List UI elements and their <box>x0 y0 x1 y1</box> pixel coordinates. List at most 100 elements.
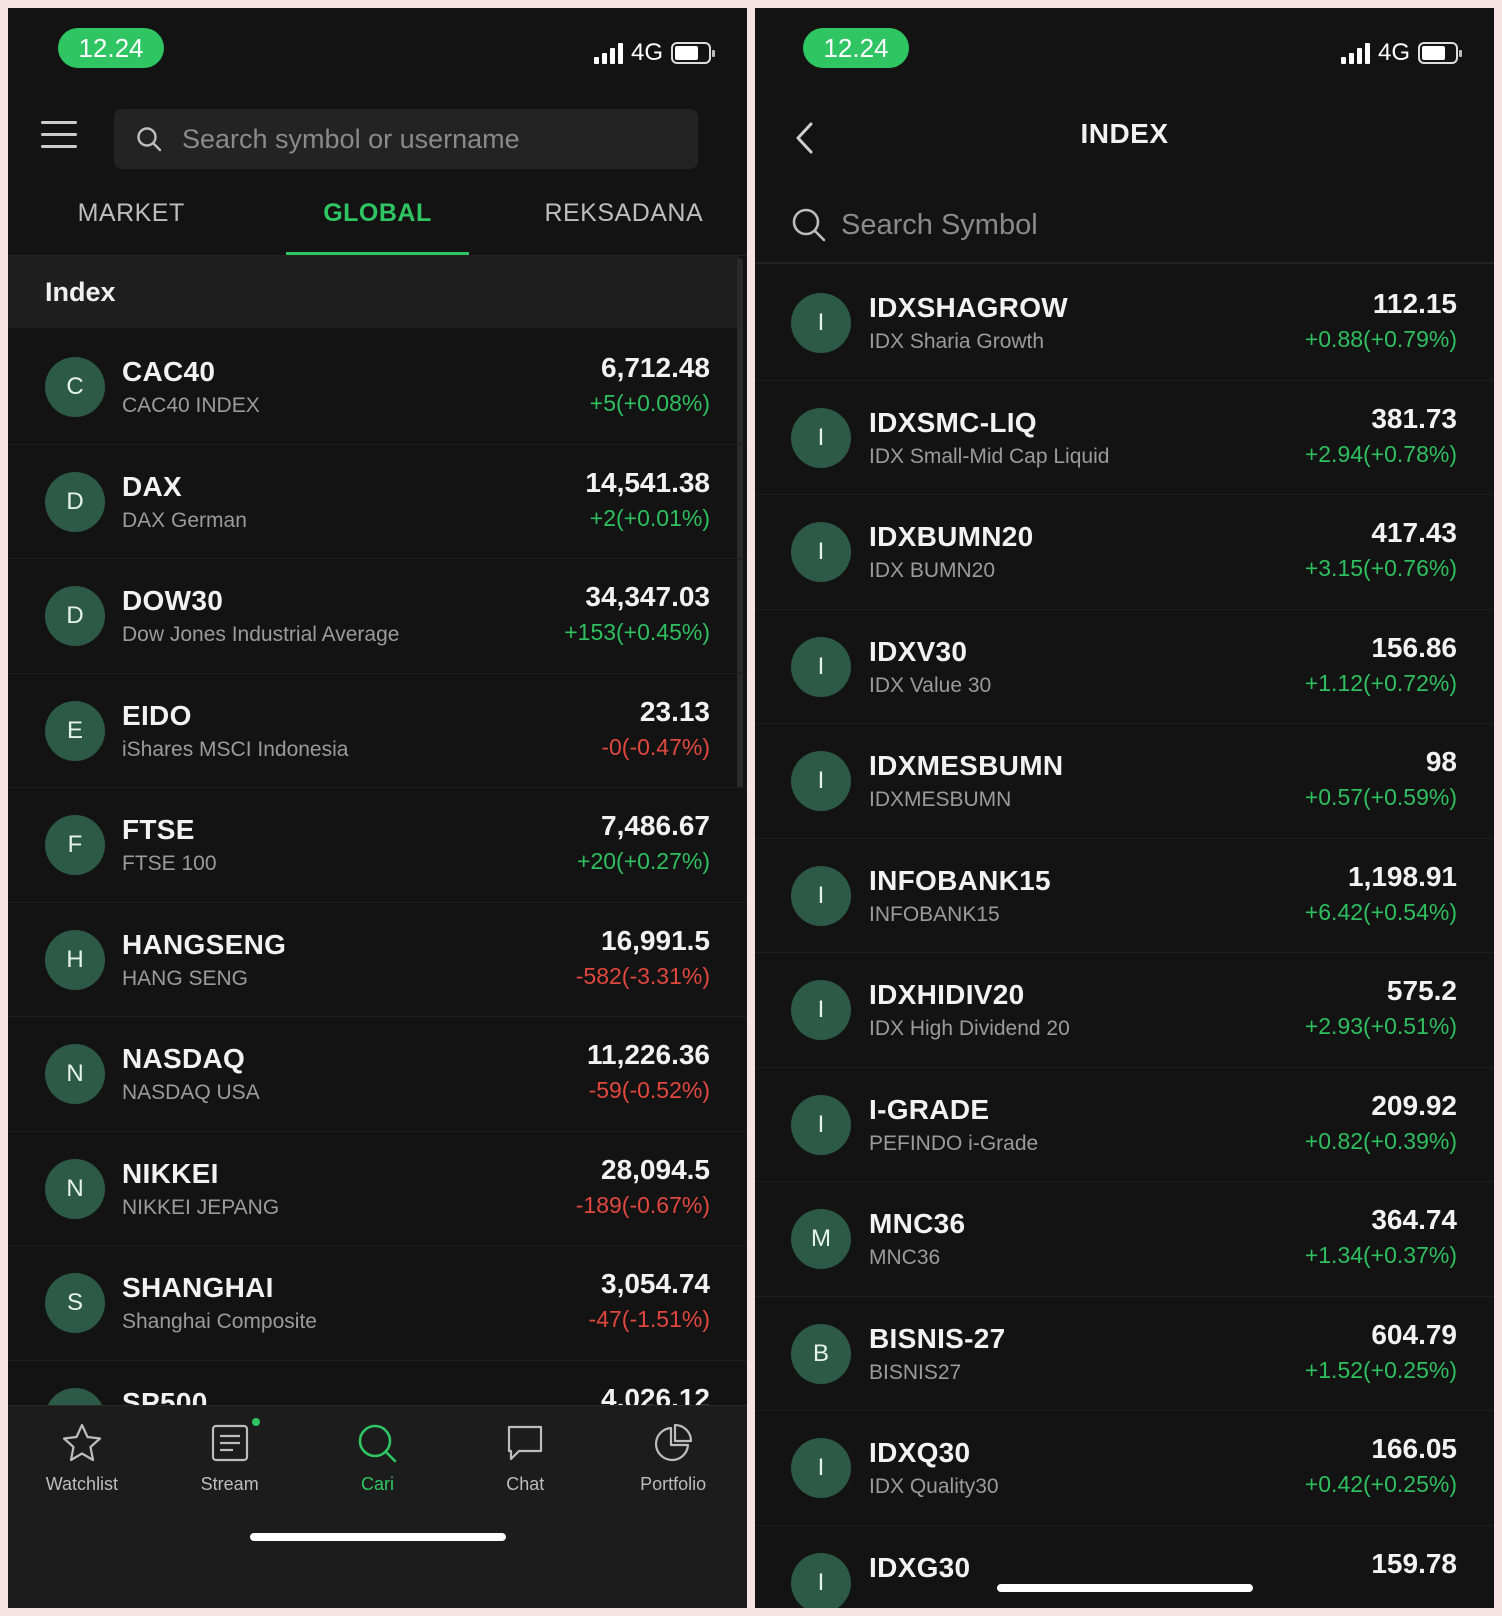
search-bar[interactable] <box>114 109 698 169</box>
list-item[interactable]: S SHANGHAI Shanghai Composite 3,054.74 -47(-… <box>8 1246 747 1361</box>
price: 16,991.5 <box>601 924 710 956</box>
list-item[interactable]: N NASDAQ NASDAQ USA 11,226.36 -59(-0.52%) <box>8 1017 747 1132</box>
price: 14,541.38 <box>585 466 710 498</box>
nav-cari[interactable]: Cari <box>304 1406 452 1608</box>
signal-icon <box>593 42 623 64</box>
avatar: I <box>791 865 851 926</box>
price-change: +6.42(+0.54%) <box>1304 898 1457 925</box>
status-indicators: 4G <box>1340 39 1462 66</box>
list-item[interactable]: I IDXSHAGROW IDX Sharia Growth 112.15 +0.88(… <box>755 266 1494 381</box>
price: 209.92 <box>1371 1089 1457 1121</box>
avatar: I <box>791 1094 851 1155</box>
list-item[interactable]: I IDXBUMN20 IDX BUMN20 417.43 +3.15(+0.76%) <box>755 495 1494 610</box>
price-change: +1.12(+0.72%) <box>1304 669 1457 696</box>
avatar: N <box>45 1158 105 1219</box>
index-screen: 12.24 4G INDEX I IDXSHAGROW IDX Sharia Gro… <box>755 8 1494 1608</box>
search-icon <box>792 208 826 242</box>
nav-label: Stream <box>200 1474 259 1494</box>
price-change: -59(-0.52%) <box>588 1077 710 1103</box>
tab-market[interactable]: MARKET <box>8 178 254 255</box>
list-item[interactable]: F FTSE FTSE 100 7,486.67 +20(+0.27%) <box>8 788 747 903</box>
list-item[interactable]: B BISNIS-27 BISNIS27 604.79 +1.52(+0.25%) <box>755 1297 1494 1411</box>
price-change: -189(-0.67%) <box>575 1191 710 1218</box>
index-name: HANG SENG <box>122 966 249 990</box>
price-change: -47(-1.51%) <box>588 1306 710 1332</box>
nav-label: Portfolio <box>640 1474 707 1494</box>
avatar: B <box>791 1323 851 1384</box>
price-change: +2.94(+0.78%) <box>1304 440 1457 467</box>
symbol: NIKKEI <box>122 1157 219 1189</box>
price-change: +2.93(+0.51%) <box>1304 1013 1457 1039</box>
price: 23.13 <box>639 695 710 727</box>
price: 11,226.36 <box>586 1039 710 1070</box>
list-item[interactable]: I INFOBANK15 INFOBANK15 1,198.91 +6.42(+0.54… <box>755 839 1494 953</box>
home-indicator <box>996 1584 1253 1592</box>
index-name: IDX BUMN20 <box>869 559 996 582</box>
symbol-search-input[interactable] <box>841 208 1441 242</box>
hamburger-menu-icon[interactable] <box>41 121 77 149</box>
price: 34,347.03 <box>585 581 710 612</box>
list-item[interactable]: I IDXHIDIV20 IDX High Dividend 20 575.2 +2.9… <box>755 953 1494 1068</box>
avatar: D <box>45 586 105 646</box>
star-icon <box>62 1423 101 1462</box>
tab-reksadana[interactable]: REKSADANA <box>501 178 747 255</box>
list-item[interactable]: I IDXQ30 IDX Quality30 166.05 +0.42(+0.25%) <box>755 1411 1494 1526</box>
nav-stream[interactable]: Stream <box>156 1406 304 1608</box>
avatar: I <box>791 751 851 811</box>
index-name: IDXMESBUMN <box>869 788 1012 811</box>
status-bar: 12.24 4G <box>8 8 747 104</box>
index-name: FTSE 100 <box>122 852 217 875</box>
page-title: INDEX <box>1080 118 1169 149</box>
symbol: BISNIS-27 <box>869 1322 1006 1354</box>
nav-chat[interactable]: Chat <box>451 1406 599 1608</box>
price: 364.74 <box>1371 1204 1457 1235</box>
list-item[interactable]: D DAX DAX German 14,541.38 +2(+0.01%) <box>8 445 747 559</box>
list-item[interactable]: D DOW30 Dow Jones Industrial Average 34,347… <box>8 559 747 674</box>
symbol: EIDO <box>122 699 192 731</box>
list-item[interactable]: I IDXSMC-LIQ IDX Small-Mid Cap Liquid 381.7… <box>755 381 1494 495</box>
search-input[interactable] <box>182 123 682 155</box>
list-item[interactable]: M MNC36 MNC36 364.74 +1.34(+0.37%) <box>755 1182 1494 1297</box>
price-change: +5(+0.08%) <box>589 390 710 416</box>
market-tabs: MARKET GLOBAL REKSADANA <box>8 178 747 256</box>
avatar: F <box>45 815 105 875</box>
list-item[interactable]: C CAC40 CAC40 INDEX 6,712.48 +5(+0.08%) <box>8 330 747 445</box>
price: 575.2 <box>1386 975 1457 1006</box>
price-change: +1.34(+0.37%) <box>1304 1242 1457 1268</box>
index-name: DAX German <box>122 508 247 532</box>
nav-watchlist[interactable]: Watchlist <box>8 1406 156 1608</box>
avatar: H <box>45 929 105 990</box>
pie-chart-icon <box>655 1423 693 1462</box>
symbol: DAX <box>122 470 183 502</box>
index-name: BISNIS27 <box>869 1360 962 1384</box>
status-time: 12.24 <box>58 28 164 68</box>
price-change: +0.88(+0.79%) <box>1304 326 1457 352</box>
list-item[interactable]: N NIKKEI NIKKEI JEPANG 28,094.5 -189(-0.67%) <box>8 1132 747 1246</box>
symbol-search-bar[interactable] <box>755 188 1494 264</box>
price: 1,198.91 <box>1348 860 1457 892</box>
symbol: HANGSENG <box>122 928 287 960</box>
list-item[interactable]: E EIDO iShares MSCI Indonesia 23.13 -0(-0.47… <box>8 674 747 788</box>
list-item[interactable]: I IDXG30 159.78 <box>755 1526 1494 1608</box>
notification-dot <box>251 1418 260 1426</box>
list-item[interactable]: I IDXMESBUMN IDXMESBUMN 98 +0.57(+0.59%) <box>755 724 1494 839</box>
avatar: I <box>791 980 851 1040</box>
list-item[interactable]: I IDXV30 IDX Value 30 156.86 +1.12(+0.72%) <box>755 610 1494 724</box>
avatar: D <box>45 471 105 532</box>
index-name: iShares MSCI Indonesia <box>122 737 349 761</box>
symbol: DOW30 <box>122 585 224 616</box>
avatar: I <box>791 522 851 582</box>
global-market-screen: 12.24 4G MARKET GLOBAL REKSADANA Index C… <box>8 8 747 1608</box>
nav-portfolio[interactable]: Portfolio <box>599 1406 747 1608</box>
search-icon <box>137 127 162 152</box>
symbol: FTSE <box>122 814 195 845</box>
index-name: CAC40 INDEX <box>122 394 260 417</box>
tab-global[interactable]: GLOBAL <box>254 178 500 255</box>
list-item[interactable]: H HANGSENG HANG SENG 16,991.5 -582(-3.31%) <box>8 903 747 1017</box>
status-indicators: 4G <box>593 39 715 66</box>
symbol: INFOBANK15 <box>869 864 1051 896</box>
price-change: +0.57(+0.59%) <box>1304 784 1457 810</box>
list-item[interactable]: I I-GRADE PEFINDO i-Grade 209.92 +0.82(+0.39… <box>755 1068 1494 1182</box>
index-name: PEFINDO i-Grade <box>869 1131 1039 1155</box>
avatar: I <box>791 636 851 697</box>
